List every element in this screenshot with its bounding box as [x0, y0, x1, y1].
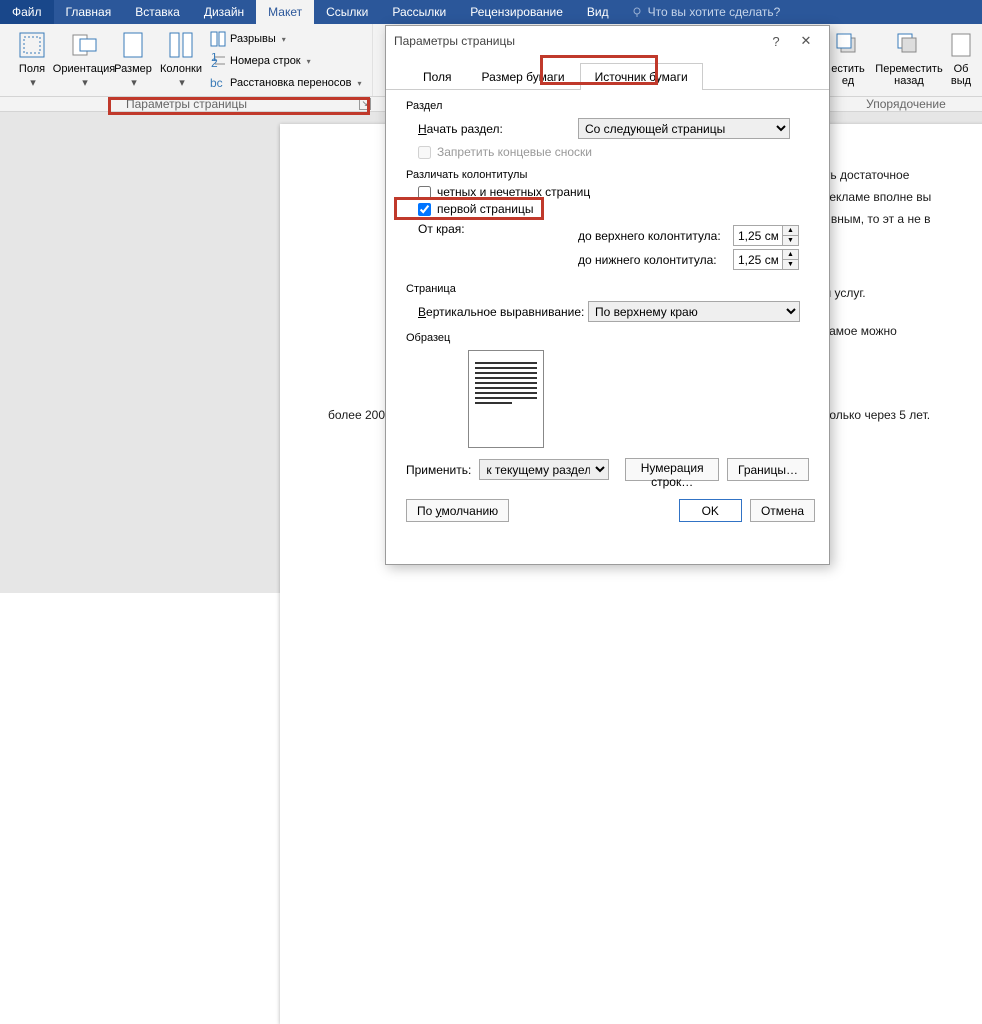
pagegroup-label: Параметры страницы	[126, 97, 247, 111]
size-icon	[121, 31, 145, 59]
bring-forward-button[interactable]: естить ед	[824, 27, 872, 93]
default-button[interactable]: По умолчанию	[406, 499, 509, 522]
tab-view[interactable]: Вид	[575, 0, 621, 24]
tab-review[interactable]: Рецензирование	[458, 0, 575, 24]
footer-distance-input[interactable]	[734, 250, 782, 269]
hf-title: Различать колонтитулы	[406, 169, 809, 181]
valign-select[interactable]: По верхнему краю	[588, 301, 800, 322]
cancel-button[interactable]: Отмена	[750, 499, 815, 522]
size-button[interactable]: Размер▾	[110, 27, 156, 93]
margins-label: Поля	[19, 63, 45, 75]
linenumbers-icon: 12	[210, 53, 226, 69]
header-distance-input[interactable]	[734, 226, 782, 245]
columns-icon	[168, 31, 194, 59]
fromedge-label: От края:	[418, 222, 578, 236]
tab-design[interactable]: Дизайн	[192, 0, 256, 24]
oddeven-checkbox[interactable]	[418, 186, 431, 199]
valign-label: ертикальное выравнивание:	[426, 305, 584, 319]
orientation-label: Ориентация	[53, 63, 115, 75]
tab-home[interactable]: Главная	[54, 0, 124, 24]
size-label: Размер	[114, 63, 152, 75]
help-button[interactable]: ?	[761, 34, 791, 49]
down-arrow-icon[interactable]: ▼	[783, 236, 798, 245]
tab-file[interactable]: Файл	[0, 0, 54, 24]
apply-select[interactable]: к текущему разделу	[479, 459, 609, 480]
header-distance-spinner[interactable]: ▲▼	[733, 225, 799, 246]
arrange-label: Упорядочение	[866, 97, 946, 111]
section-title: Раздел	[406, 100, 809, 112]
arrange-group: естить ед Переместить назад Об выд	[818, 24, 982, 96]
dialog-titlebar: Параметры страницы ? ✕	[386, 26, 829, 56]
linenumbers-button[interactable]: 12 Номера строк▾	[210, 51, 362, 71]
tab-mailings[interactable]: Рассылки	[380, 0, 458, 24]
line-numbers-button[interactable]: Нумерация строк…	[625, 458, 719, 481]
tab-references[interactable]: Ссылки	[314, 0, 380, 24]
ribbon-tabs: Файл Главная Вставка Дизайн Макет Ссылки…	[0, 0, 982, 24]
breaks-button[interactable]: Разрывы▾	[210, 29, 362, 49]
footer-distance-label: до нижнего колонтитула:	[578, 253, 733, 267]
svg-text:bc: bc	[210, 76, 223, 90]
up-arrow-icon[interactable]: ▲	[783, 226, 798, 236]
borders-button[interactable]: Границы…	[727, 458, 809, 481]
suppress-endnotes-checkbox	[418, 146, 431, 159]
apply-label: Применить:	[406, 463, 471, 477]
up-arrow-icon[interactable]: ▲	[783, 250, 798, 260]
send-backward-icon	[896, 32, 922, 58]
page-title: Страница	[406, 283, 809, 295]
close-button[interactable]: ✕	[791, 33, 821, 49]
tab-insert[interactable]: Вставка	[123, 0, 192, 24]
hyphenation-icon: bc	[210, 75, 226, 91]
send-backward-label: Переместить назад	[875, 63, 942, 87]
page-setup-dialog: Параметры страницы ? ✕ Поля Размер бумаг…	[385, 25, 830, 565]
dialog-title: Параметры страницы	[394, 34, 761, 48]
sample-preview	[468, 350, 544, 448]
tell-me[interactable]: Что вы хотите сделать?	[621, 0, 791, 24]
tell-me-label: Что вы хотите сделать?	[648, 5, 781, 19]
linenumbers-label: Номера строк	[230, 55, 301, 67]
pagegroup: Поля▾ Ориентация▾ Размер▾ Колонки▾ Разры…	[0, 24, 373, 96]
hyphenation-button[interactable]: bc Расстановка переносов▾	[210, 73, 362, 93]
margins-icon	[18, 31, 46, 59]
selection-pane-button[interactable]: Об выд	[946, 27, 976, 93]
down-arrow-icon[interactable]: ▼	[783, 260, 798, 269]
breaks-icon	[210, 31, 226, 47]
send-backward-button[interactable]: Переместить назад	[874, 27, 944, 93]
margins-button[interactable]: Поля▾	[6, 27, 58, 93]
columns-label: Колонки	[160, 63, 202, 75]
dialog-tabs: Поля Размер бумаги Источник бумаги	[386, 62, 829, 90]
pagegroup-dialog-launcher[interactable]: ↘	[359, 98, 371, 110]
lightbulb-icon	[631, 6, 643, 18]
section-start-label: ачать раздел:	[427, 122, 503, 136]
tab-paper[interactable]: Размер бумаги	[467, 63, 580, 90]
ok-button[interactable]: OK	[679, 499, 742, 522]
bring-forward-icon	[835, 32, 861, 58]
selection-icon	[950, 32, 972, 58]
svg-text:2: 2	[211, 56, 218, 69]
orientation-icon	[70, 31, 98, 59]
columns-button[interactable]: Колонки▾	[156, 27, 206, 93]
tab-paper-source[interactable]: Источник бумаги	[580, 63, 703, 90]
tab-layout[interactable]: Макет	[256, 0, 314, 24]
section-start-select[interactable]: Со следующей страницы	[578, 118, 790, 139]
header-distance-label: до верхнего колонтитула:	[578, 229, 733, 243]
firstpage-label: первой страницы	[437, 202, 533, 216]
breaks-label: Разрывы	[230, 33, 276, 45]
sample-title: Образец	[406, 332, 809, 344]
tab-margins[interactable]: Поля	[408, 63, 467, 90]
footer-distance-spinner[interactable]: ▲▼	[733, 249, 799, 270]
oddeven-label: четных и нечетных страниц	[437, 185, 590, 199]
hyphenation-label: Расстановка переносов	[230, 77, 351, 89]
suppress-endnotes-label: Запретить концевые сноски	[437, 145, 592, 159]
bring-forward-label: естить ед	[831, 63, 865, 87]
firstpage-checkbox[interactable]	[418, 203, 431, 216]
orientation-button[interactable]: Ориентация▾	[58, 27, 110, 93]
selection-label: Об выд	[951, 63, 971, 87]
